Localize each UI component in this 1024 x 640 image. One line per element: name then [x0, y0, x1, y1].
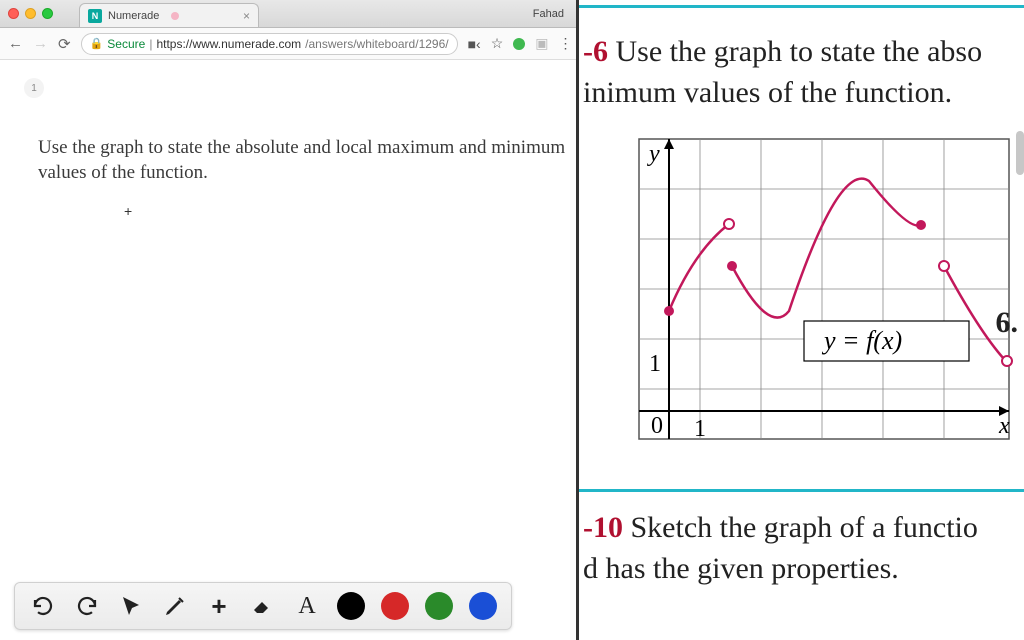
profile-name[interactable]: Fahad: [533, 8, 564, 20]
text-tool[interactable]: A: [293, 593, 321, 620]
window-close-icon[interactable]: [8, 8, 19, 19]
x-tick-1: 1: [694, 416, 706, 442]
tab-close-icon[interactable]: ×: [243, 9, 250, 23]
url-host: https://www.numerade.com: [156, 37, 301, 51]
url-input[interactable]: 🔒 Secure | https://www.numerade.com/answ…: [81, 33, 458, 55]
bookmark-icon[interactable]: ☆: [491, 35, 504, 52]
cast-icon[interactable]: ▣: [535, 35, 548, 52]
window-titlebar: N Numerade × Fahad: [0, 0, 576, 28]
menu-icon[interactable]: ⋮: [559, 35, 573, 52]
textbook-pane: -6 Use the graph to state the absoinimum…: [579, 0, 1024, 640]
y-tick-1: 1: [649, 351, 661, 377]
forward-button[interactable]: →: [33, 35, 48, 52]
browser-window: N Numerade × Fahad ← → ⟳ 🔒 Secure | http…: [0, 0, 579, 640]
secure-label: Secure: [107, 37, 145, 51]
toolbar-right: ■‹ ☆ ▣ ⋮: [468, 35, 573, 52]
window-maximize-icon[interactable]: [42, 8, 53, 19]
section-2-heading: -10 Sketch the graph of a functiod has t…: [579, 492, 1024, 589]
color-black[interactable]: [337, 592, 365, 620]
section-1-heading: -6 Use the graph to state the absoinimum…: [579, 8, 1024, 131]
url-separator: |: [149, 37, 152, 51]
back-button[interactable]: ←: [8, 35, 23, 52]
x-axis-label: x: [998, 413, 1010, 439]
extension-icon[interactable]: [513, 38, 525, 50]
eraser-tool[interactable]: [249, 594, 277, 618]
crosshair-cursor-icon: +: [124, 203, 132, 219]
window-minimize-icon[interactable]: [25, 8, 36, 19]
tab-status-icon: [171, 12, 179, 20]
address-bar: ← → ⟳ 🔒 Secure | https://www.numerade.co…: [0, 28, 576, 60]
exercise-number: 6.: [996, 306, 1019, 340]
section-1-text: Use the graph to state the absoinimum va…: [583, 35, 982, 109]
tab-strip: N Numerade ×: [59, 0, 527, 27]
tab-title: Numerade: [108, 10, 159, 22]
color-red[interactable]: [381, 592, 409, 620]
page-number-badge: 1: [24, 78, 44, 98]
tab-favicon-icon: N: [88, 9, 102, 23]
whiteboard-content[interactable]: 1 Use the graph to state the absolute an…: [0, 60, 576, 640]
reload-button[interactable]: ⟳: [58, 35, 71, 53]
section-number: -10: [583, 511, 623, 544]
question-prompt: Use the graph to state the absolute and …: [38, 136, 566, 185]
color-green[interactable]: [425, 592, 453, 620]
redo-button[interactable]: [73, 594, 101, 618]
color-blue[interactable]: [469, 592, 497, 620]
url-path: /answers/whiteboard/1296/: [305, 37, 448, 51]
section-number: -6: [583, 35, 608, 68]
whiteboard-toolbar: + A: [14, 582, 512, 630]
pencil-tool[interactable]: [161, 594, 189, 618]
section-2-text: Sketch the graph of a functiod has the g…: [583, 511, 978, 585]
origin-label: 0: [651, 413, 663, 439]
function-graph: y = f(x) y x 1 0 1: [609, 131, 1019, 461]
lock-icon: 🔒: [90, 37, 104, 50]
pointer-tool[interactable]: [117, 594, 145, 618]
add-tool[interactable]: +: [205, 591, 233, 622]
y-axis-label: y: [647, 141, 660, 167]
equation-label: y = f(x): [821, 326, 902, 355]
undo-button[interactable]: [29, 594, 57, 618]
camera-icon[interactable]: ■‹: [468, 36, 481, 52]
page-number: 1: [31, 83, 37, 94]
graph-svg: y = f(x) y x 1 0 1: [609, 131, 1019, 461]
scrollbar-thumb[interactable]: [1016, 131, 1024, 175]
browser-tab[interactable]: N Numerade ×: [79, 3, 259, 27]
